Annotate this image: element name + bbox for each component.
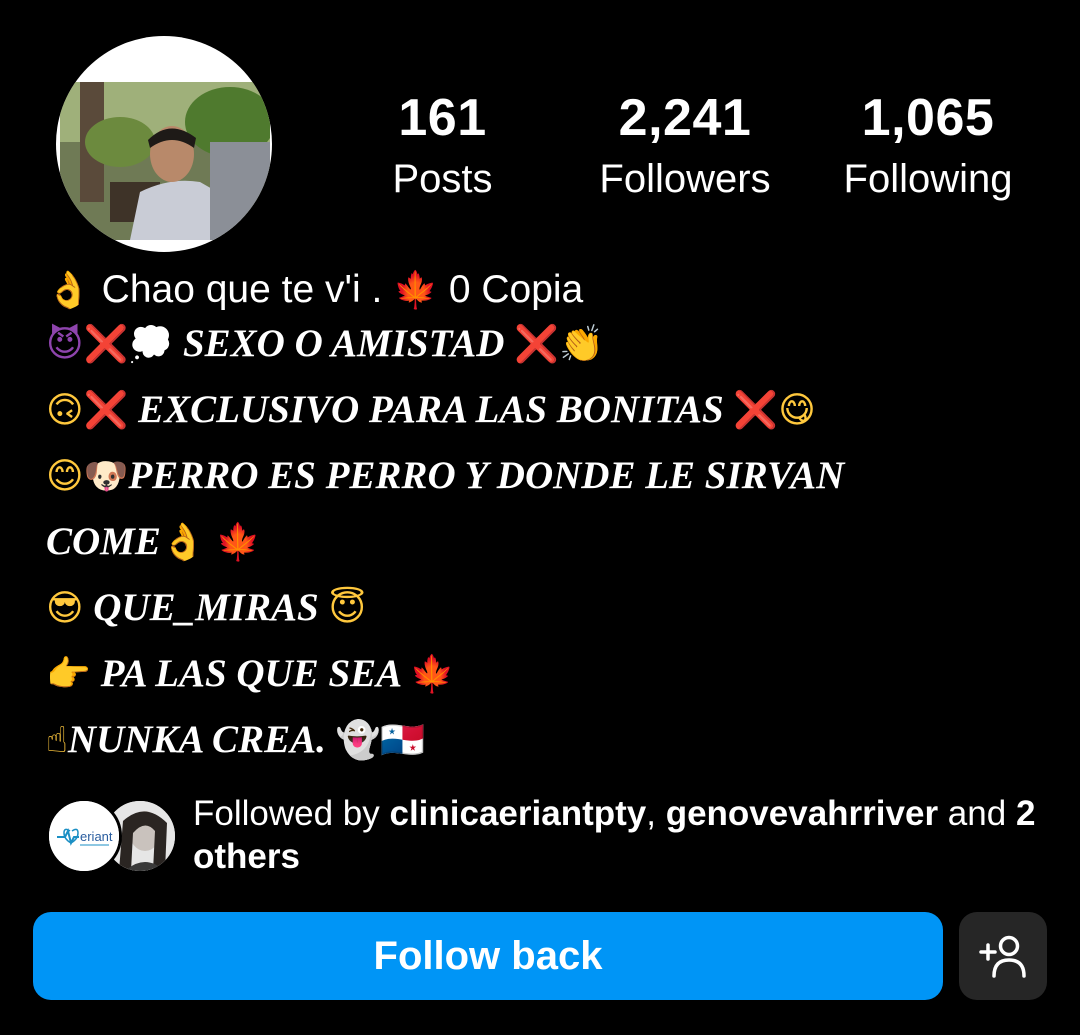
- followed-by-separator: ,: [646, 794, 666, 833]
- smiling-face-icon: 😊: [46, 456, 84, 497]
- bio-line-5: 😎 QUE_MIRAS 😇: [46, 580, 366, 637]
- bio-line-6: 👉 PA LAS QUE SEA 🍁: [46, 646, 455, 703]
- followed-by-user-1[interactable]: clinicaeriantpty: [389, 794, 646, 833]
- bio-line-text: QUE_MIRAS: [93, 586, 319, 629]
- upside-down-face-icon: 🙃: [46, 390, 84, 431]
- clapping-hands-icon: 👏: [559, 324, 604, 365]
- bio-line-text: EXCLUSIVO PARA LAS BONITAS: [138, 388, 724, 431]
- bio-line-1: 😈❌💭 SEXO O AMISTAD ❌👏: [46, 316, 604, 373]
- posts-stat[interactable]: 161 Posts: [370, 88, 515, 204]
- bio-name-text: Chao que te v'i .: [101, 268, 383, 311]
- cross-mark-icon: ❌: [514, 324, 560, 365]
- follower-avatar-1[interactable]: eriant: [46, 798, 122, 874]
- followed-by-row[interactable]: eriant Followed by clinicaeriantpty, gen…: [46, 794, 1046, 886]
- followed-by-prefix: Followed by: [193, 794, 390, 833]
- suggested-users-button[interactable]: [959, 912, 1047, 1000]
- halo-face-icon: 😇: [328, 588, 366, 629]
- cross-mark-icon: ❌: [733, 390, 779, 431]
- smiling-devil-icon: 😈: [46, 324, 84, 365]
- bio-line-7: ☝NUNKA CREA. 👻🇵🇦: [46, 712, 425, 769]
- maple-leaf-icon: 🍁: [215, 522, 261, 563]
- followers-label: Followers: [599, 157, 771, 201]
- pointing-up-icon: ☝: [46, 720, 68, 761]
- followers-count: 2,241: [618, 89, 752, 147]
- following-count: 1,065: [861, 89, 995, 147]
- bio-line-4: COME👌 🍁: [46, 514, 260, 571]
- follow-back-button[interactable]: Follow back: [33, 912, 943, 1000]
- cross-mark-icon: ❌: [83, 390, 129, 431]
- cross-mark-icon: ❌: [83, 324, 129, 365]
- eriant-logo: eriant: [49, 801, 119, 871]
- followers-stat[interactable]: 2,241 Followers: [585, 88, 785, 204]
- followed-by-text: Followed by clinicaeriantpty, genovevahr…: [193, 792, 1053, 878]
- followed-by-suffix: others: [193, 837, 300, 876]
- add-person-icon: [979, 935, 1026, 978]
- bio-line-text: NUNKA CREA.: [67, 718, 326, 761]
- thought-balloon-icon: 💭: [128, 324, 174, 365]
- pointing-right-icon: 👉: [46, 654, 91, 695]
- ok-hand-icon: 👌: [46, 270, 91, 311]
- bio-line-text: COME: [46, 520, 161, 563]
- bio-line-text: PERRO ES PERRO Y DONDE LE SIRVAN: [128, 454, 845, 497]
- profile-avatar[interactable]: [56, 36, 272, 252]
- maple-leaf-icon: 🍁: [409, 654, 455, 695]
- eriant-logo-text: eriant: [80, 829, 113, 844]
- followed-by-user-2[interactable]: genovevahrriver: [666, 794, 938, 833]
- profile-photo: [60, 82, 270, 240]
- sunglasses-face-icon: 😎: [46, 588, 84, 629]
- panama-flag-icon: 🇵🇦: [380, 720, 426, 761]
- followed-by-count: 2: [1015, 794, 1036, 833]
- yum-face-icon: 😋: [778, 390, 816, 431]
- bio-line-2: 🙃❌ EXCLUSIVO PARA LAS BONITAS ❌😋: [46, 382, 816, 439]
- ghost-icon: 👻: [335, 720, 381, 761]
- following-label: Following: [843, 157, 1013, 201]
- ok-hand-icon: 👌: [160, 522, 206, 563]
- following-stat[interactable]: 1,065 Following: [828, 88, 1028, 204]
- followed-by-middle: and: [938, 794, 1016, 833]
- posts-count: 161: [398, 89, 487, 147]
- maple-leaf-icon: 🍁: [393, 270, 438, 311]
- posts-label: Posts: [392, 157, 493, 201]
- bio-line-text: PA LAS QUE SEA: [100, 652, 401, 695]
- dog-face-icon: 🐶: [83, 456, 129, 497]
- profile-stats: 161 Posts 2,241 Followers 1,065 Followin…: [330, 88, 1050, 218]
- bio-name: 👌 Chao que te v'i . 🍁 0 Copia: [46, 262, 583, 319]
- bio-line-3: 😊🐶PERRO ES PERRO Y DONDE LE SIRVAN: [46, 448, 844, 505]
- bio-name-suffix: 0 Copia: [448, 268, 584, 311]
- bio-line-text: SEXO O AMISTAD: [182, 322, 505, 365]
